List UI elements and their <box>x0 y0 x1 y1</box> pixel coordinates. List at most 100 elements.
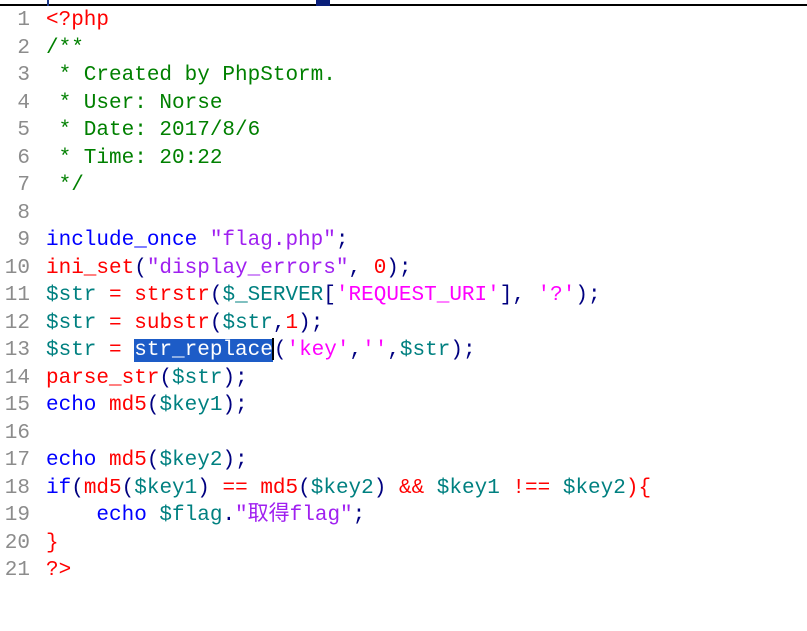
code-token: ); <box>450 339 476 362</box>
code-token: $key2 <box>159 449 223 472</box>
code-line[interactable]: 14 parse_str($str); <box>0 365 807 393</box>
code-text[interactable]: <?php <box>46 9 109 32</box>
code-line[interactable]: 19 echo $flag."取得flag"; <box>0 502 807 530</box>
code-token: = <box>96 311 135 335</box>
code-token: [ <box>323 284 336 307</box>
code-token: echo <box>46 394 110 417</box>
code-text[interactable]: /** <box>46 37 84 60</box>
code-token: ); <box>222 366 248 390</box>
line-number: 4 <box>17 91 30 115</box>
code-line[interactable]: 16 <box>0 420 807 448</box>
ruler-line <box>0 4 807 6</box>
line-number: 17 <box>4 449 30 472</box>
code-token: , <box>348 256 374 280</box>
code-token: strstr <box>134 284 210 307</box>
code-line[interactable]: 6 * Time: 20:22 <box>0 145 807 173</box>
code-line[interactable]: 4 * User: Norse <box>0 90 807 118</box>
code-token: if <box>46 476 72 500</box>
code-token: $str <box>222 311 273 335</box>
code-line[interactable]: 7 */ <box>0 172 807 200</box>
code-line[interactable]: 12 $str = substr($str,1); <box>0 310 807 338</box>
code-token: . <box>222 504 236 527</box>
code-token: "取得flag" <box>235 504 353 527</box>
code-text[interactable]: echo md5($key2); <box>46 449 248 472</box>
code-text[interactable]: * User: Norse <box>46 91 223 115</box>
code-text[interactable]: parse_str($str); <box>46 367 248 390</box>
code-token: = <box>96 284 135 307</box>
code-token: "flag.php" <box>209 229 336 252</box>
code-token: && <box>398 476 425 500</box>
code-text[interactable]: * Date: 2017/8/6 <box>46 119 261 142</box>
code-token: * User: Norse <box>46 91 223 115</box>
code-text[interactable]: ?> <box>46 559 71 582</box>
code-token: ); <box>222 449 248 472</box>
code-line[interactable]: 13 $str = str_replace('key','',$str); <box>0 337 807 365</box>
code-token: $flag <box>159 504 223 527</box>
code-line[interactable]: 18 if(md5($key1) == md5($key2) && $key1 !… <box>0 475 807 503</box>
code-line[interactable]: 20} <box>0 530 807 558</box>
code-token: $str <box>172 366 223 390</box>
code-line[interactable]: 15 echo md5($key1); <box>0 392 807 420</box>
code-token: $key1 <box>436 476 500 500</box>
code-text[interactable]: ini_set("display_errors", 0); <box>46 257 412 280</box>
code-token: substr <box>134 311 210 335</box>
code-line[interactable]: 1 <?php <box>0 7 807 35</box>
line-number: 10 <box>4 256 30 280</box>
code-text[interactable]: echo $flag."取得flag"; <box>46 504 365 527</box>
line-number: 20 <box>4 531 30 555</box>
code-token: ); <box>575 284 601 307</box>
code-token: <?php <box>46 9 110 32</box>
code-line[interactable]: 9 include_once "flag.php"; <box>0 227 807 255</box>
code-token: ini_set <box>46 256 135 280</box>
code-token: '' <box>362 339 388 362</box>
code-token: ; <box>352 504 366 527</box>
code-token: * Created by PhpStorm. <box>46 64 336 87</box>
code-line[interactable]: 8 <box>0 200 807 228</box>
code-token: } <box>46 531 59 555</box>
code-token: ], <box>499 284 538 307</box>
line-number: 19 <box>4 504 30 527</box>
code-token: md5 <box>109 449 147 472</box>
code-text[interactable]: $str = str_replace('key','',$str); <box>46 338 476 362</box>
code-text[interactable]: $str = substr($str,1); <box>46 312 323 335</box>
code-token: ( <box>134 256 147 280</box>
line-number: 14 <box>4 366 30 390</box>
code-text[interactable]: if(md5($key1) == md5($key2) && $key1 !==… <box>46 477 651 500</box>
code-token: md5 <box>83 476 122 500</box>
line-number: 8 <box>17 201 30 225</box>
code-token: 'REQUEST_URI' <box>335 284 500 307</box>
line-number: 16 <box>4 421 30 445</box>
code-line[interactable]: 5 * Date: 2017/8/6 <box>0 117 807 145</box>
code-text[interactable]: */ <box>46 174 84 197</box>
code-token: $str <box>46 311 97 335</box>
code-line[interactable]: 17 echo md5($key2); <box>0 447 807 475</box>
code-line[interactable]: 2 /** <box>0 35 807 63</box>
line-number: 9 <box>17 229 30 252</box>
code-editor[interactable]: 1 <?php 2/** 3 * Created by PhpStorm. 4 * Us… <box>0 7 807 585</box>
code-token: ) <box>197 476 223 500</box>
selected-token: str_replace <box>134 339 273 362</box>
code-line[interactable]: 21 ?> <box>0 557 807 585</box>
code-text[interactable]: } <box>46 532 59 555</box>
code-token: /** <box>46 36 84 60</box>
code-token: * Date: 2017/8/6 <box>46 119 261 142</box>
line-number: 5 <box>17 119 30 142</box>
code-token: '?' <box>537 284 576 307</box>
code-token: $str <box>46 284 97 307</box>
code-line[interactable]: 10 ini_set("display_errors", 0); <box>0 255 807 283</box>
code-token: $key2 <box>310 476 374 500</box>
code-text[interactable]: $str = strstr($_SERVER['REQUEST_URI'], '… <box>46 284 601 307</box>
code-text[interactable]: * Time: 20:22 <box>46 147 223 170</box>
code-text[interactable]: include_once "flag.php"; <box>46 229 348 252</box>
code-token: include_once <box>46 229 210 252</box>
code-token: ( <box>209 311 223 335</box>
code-token: $key1 <box>134 476 198 500</box>
code-text[interactable]: * Created by PhpStorm. <box>46 64 336 87</box>
code-token: $key1 <box>159 394 223 417</box>
code-line[interactable]: 3 * Created by PhpStorm. <box>0 62 807 90</box>
code-text[interactable]: echo md5($key1); <box>46 394 248 417</box>
code-token: , <box>387 339 400 362</box>
code-line[interactable]: 11 $str = strstr($_SERVER['REQUEST_URI'],… <box>0 282 807 310</box>
